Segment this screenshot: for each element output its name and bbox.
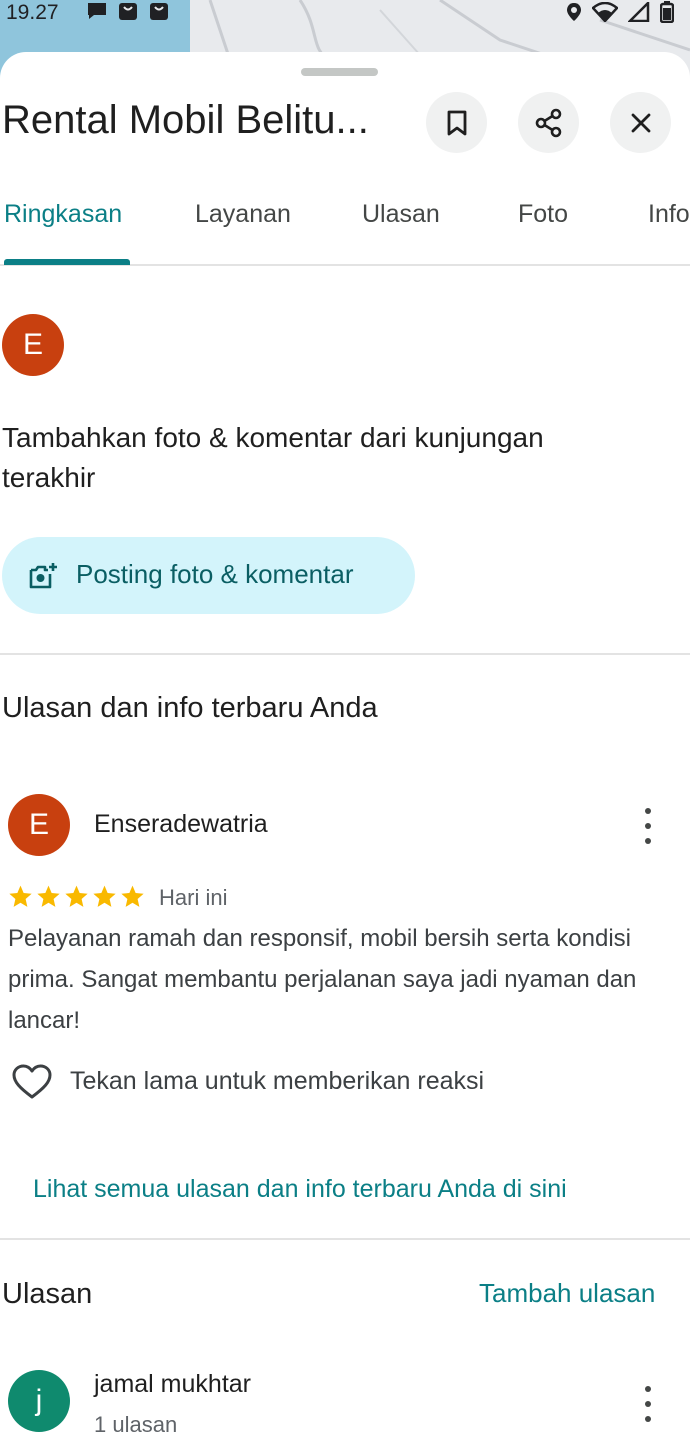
tab-info[interactable]: Info (648, 200, 690, 229)
star-rating (8, 884, 145, 909)
location-pin-icon (567, 3, 581, 21)
reviewer-review-count: 1 ulasan (94, 1412, 178, 1437)
bookmark-icon (447, 110, 466, 135)
battery-icon (660, 1, 674, 23)
section-divider (0, 1238, 690, 1240)
save-button[interactable] (426, 92, 487, 153)
review-text: Pelayanan ramah dan responsif, mobil ber… (8, 925, 637, 1034)
review-avatar[interactable]: E (8, 794, 70, 856)
tab-bar: Ringkasan Layanan Ulasan Foto Info (0, 192, 690, 266)
tab-ulasan[interactable]: Ulasan (362, 200, 440, 229)
star-icon (121, 885, 144, 907)
signal-icon (628, 2, 650, 22)
wifi-icon (592, 2, 618, 22)
reviewer-more-options-button[interactable] (638, 1386, 658, 1422)
avatar: E (2, 314, 64, 376)
star-icon (9, 885, 32, 907)
shopping-bag-icon (150, 3, 168, 20)
tab-layanan[interactable]: Layanan (195, 200, 291, 229)
review-date: Hari ini (159, 885, 228, 910)
place-title: Rental Mobil Belitu... (2, 98, 369, 142)
star-icon (37, 885, 60, 907)
post-photo-comment-button[interactable]: Posting foto & komentar (2, 537, 415, 614)
add-review-button[interactable]: Tambah ulasan (479, 1278, 655, 1309)
close-button[interactable] (610, 92, 671, 153)
chat-bubble-icon (88, 3, 106, 19)
shopping-bag-icon (119, 3, 137, 20)
review-more-options-button[interactable] (638, 808, 658, 844)
tab-ringkasan[interactable]: Ringkasan (4, 200, 122, 229)
star-icon (93, 885, 116, 907)
post-button-label: Posting foto & komentar (76, 559, 354, 589)
place-sheet: Rental Mobil Belitu... Ringkasan Layanan… (0, 52, 690, 1442)
reaction-hint: Tekan lama untuk memberikan reaksi (70, 1067, 485, 1095)
close-icon (631, 113, 650, 132)
reviewer-name[interactable]: jamal mukhtar (94, 1370, 251, 1399)
active-tab-indicator (4, 259, 130, 265)
tab-foto[interactable]: Foto (518, 200, 568, 229)
status-time: 19.27 (6, 1, 59, 24)
status-bar: 19.27 (0, 0, 690, 28)
your-reviews-title: Ulasan dan info terbaru Anda (2, 692, 378, 724)
share-icon (535, 108, 561, 137)
heart-reaction-icon[interactable] (12, 1064, 52, 1100)
section-divider (0, 653, 690, 655)
drag-handle[interactable] (301, 68, 378, 76)
reviewer-avatar[interactable]: j (8, 1370, 70, 1432)
contribute-prompt: Tambahkan foto & komentar dari kunjungan… (2, 422, 544, 493)
add-photo-icon (29, 563, 57, 589)
review-author[interactable]: Enseradewatria (94, 810, 268, 839)
reviews-title: Ulasan (2, 1278, 93, 1310)
star-icon (65, 885, 88, 907)
see-all-reviews-link[interactable]: Lihat semua ulasan dan info terbaru Anda… (33, 1175, 567, 1204)
share-button[interactable] (518, 92, 579, 153)
